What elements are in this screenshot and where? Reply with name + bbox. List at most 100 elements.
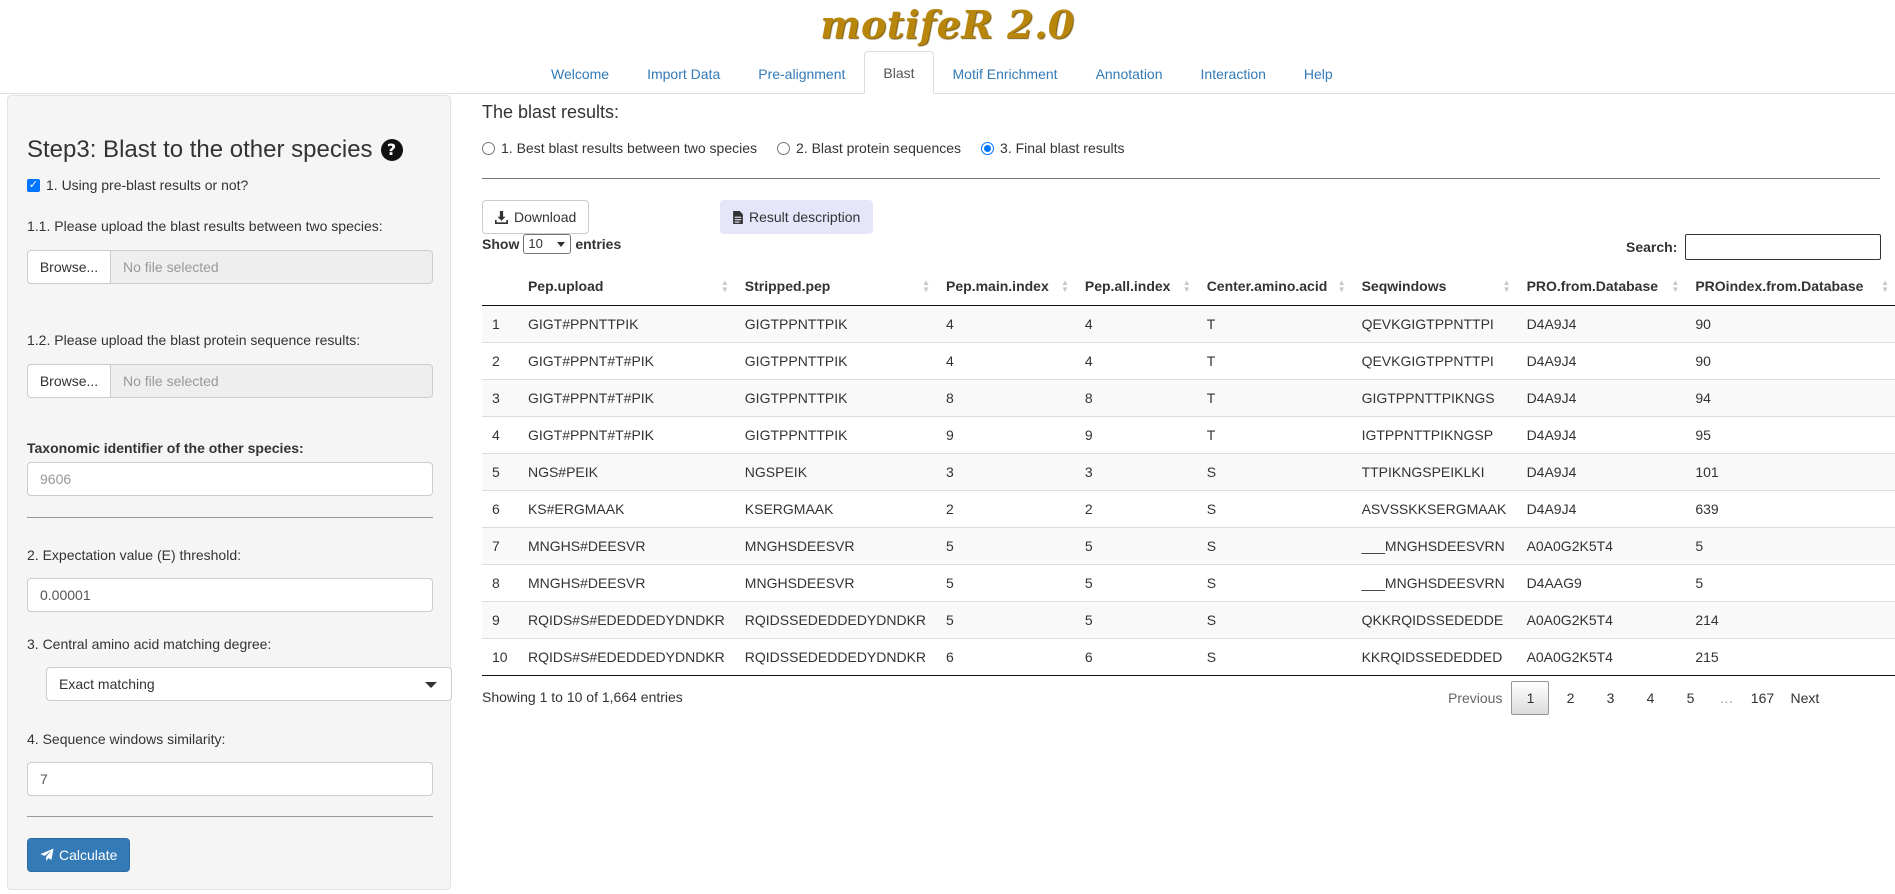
col-header-pro-from-database[interactable]: PRO.from.Database ▲ ▼ <box>1516 267 1686 306</box>
app-logo: motifeR 2.0 <box>820 2 1075 47</box>
cell-pep-upload: GIGT#PPNT#T#PIK <box>517 378 735 416</box>
tab-help[interactable]: Help <box>1285 52 1352 94</box>
seqwin-label: 4. Sequence windows similarity: <box>27 731 226 747</box>
upload1-file-input[interactable]: Browse... No file selected <box>27 250 433 284</box>
cell-center-amino-acid: S <box>1196 526 1352 564</box>
table-row[interactable]: 2 GIGT#PPNT#T#PIK GIGTPPNTTPIK 4 4 T QEVKGIGTP… <box>482 341 1895 379</box>
col-header-pep-upload[interactable]: Pep.upload ▲ ▼ <box>517 267 735 306</box>
page-length-control: Show 10 entries <box>482 234 621 254</box>
cell-pep-main-index: 4 <box>936 304 1075 342</box>
cell-proindex-from-database: 639 <box>1685 489 1895 527</box>
col-header-pep-main-index[interactable]: Pep.main.index ▲ ▼ <box>936 267 1075 306</box>
cell-pep-all-index: 5 <box>1074 526 1197 564</box>
cell-pep-main-index: 4 <box>936 341 1075 379</box>
pagination-previous[interactable]: Previous <box>1441 681 1509 715</box>
table-row[interactable]: 3 GIGT#PPNT#T#PIK GIGTPPNTTPIK 8 8 T GIGTPPNTT… <box>482 378 1895 416</box>
pagination-page[interactable]: 2 <box>1551 681 1589 715</box>
tab-welcome[interactable]: Welcome <box>532 52 628 94</box>
pagination-page[interactable]: 167 <box>1743 681 1781 715</box>
central-matching-value: Exact matching <box>59 676 155 692</box>
cell-pep-main-index: 3 <box>936 452 1075 490</box>
upload1-browse-button[interactable]: Browse... <box>27 250 111 284</box>
upload2-browse-button[interactable]: Browse... <box>27 364 111 398</box>
results-table: Pep.upload ▲ ▼ Stripped.pep ▲ ▼ Pep.main.ind… <box>482 267 1895 676</box>
table-row[interactable]: 10 RQIDS#S#EDEDDEDYDNDKR RQIDSSEDEDDEDYDND… <box>482 637 1895 676</box>
radio-best-blast-dot[interactable] <box>482 141 495 155</box>
pagination-page[interactable]: 5 <box>1671 681 1709 715</box>
radio-final-blast[interactable]: 3. Final blast results <box>981 140 1125 156</box>
cell-pep-all-index: 3 <box>1074 452 1197 490</box>
seqwin-input[interactable]: 7 <box>27 762 433 796</box>
result-description-button[interactable]: Result description <box>720 200 874 234</box>
radio-final-blast-dot[interactable] <box>981 141 995 155</box>
table-row[interactable]: 4 GIGT#PPNT#T#PIK GIGTPPNTTPIK 9 9 T IGTPPNTTP… <box>482 415 1895 453</box>
col-header-pep-all-index[interactable]: Pep.all.index ▲ ▼ <box>1074 267 1197 306</box>
caret-down-icon <box>425 682 437 688</box>
pagination-page[interactable]: 3 <box>1591 681 1629 715</box>
sort-icon: ▲ ▼ <box>1337 278 1346 294</box>
cell-proindex-from-database: 90 <box>1685 341 1895 379</box>
table-row[interactable]: 5 NGS#PEIK NGSPEIK 3 3 S TTPIKNGSPEIKLKI D4A9J4… <box>482 452 1895 490</box>
question-circle-icon[interactable]: ? <box>380 139 403 161</box>
evalue-label: 2. Expectation value (E) threshold: <box>27 547 242 563</box>
cell-stripped-pep: KSERGMAAK <box>734 489 937 527</box>
tab-motif-enrichment[interactable]: Motif Enrichment <box>934 52 1077 94</box>
table-row[interactable]: 8 MNGHS#DEESVR MNGHSDEESVR 5 5 S ___MNGHSDEESV… <box>482 563 1895 601</box>
pagination-page[interactable]: 1 <box>1511 681 1550 715</box>
search-input[interactable] <box>1685 234 1882 260</box>
radio-blast-protein[interactable]: 2. Blast protein sequences <box>777 140 961 156</box>
table-row[interactable]: 9 RQIDS#S#EDEDDEDYDNDKR RQIDSSEDEDDEDYDNDK… <box>482 600 1895 638</box>
pre-blast-checkbox-row[interactable]: ✓ 1. Using pre-blast results or not? <box>27 177 248 193</box>
main-divider <box>482 178 1880 179</box>
table-row[interactable]: 6 KS#ERGMAAK KSERGMAAK 2 2 S ASVSSKKSERGMAAK D4… <box>482 489 1895 527</box>
pre-blast-label: 1. Using pre-blast results or not? <box>46 177 249 193</box>
cell-stripped-pep: GIGTPPNTTPIK <box>734 304 937 342</box>
cell-seqwindows: ASVSSKKSERGMAAK <box>1351 489 1517 527</box>
taxid-input[interactable]: 9606 <box>27 462 433 496</box>
cell-pep-upload: NGS#PEIK <box>517 452 735 490</box>
cell-pep-all-index: 5 <box>1074 563 1197 601</box>
pre-blast-checkbox[interactable]: ✓ <box>27 178 40 192</box>
cell-rownum: 7 <box>482 526 518 564</box>
radio-blast-protein-dot[interactable] <box>777 141 791 155</box>
upload2-label: 1.2. Please upload the blast protein seq… <box>27 332 361 348</box>
col-header-proindex-from-database[interactable]: PROindex.from.Database ▲ ▼ <box>1685 267 1895 306</box>
col-header-seqwindows[interactable]: Seqwindows ▲ ▼ <box>1351 267 1517 306</box>
evalue-input[interactable]: 0.00001 <box>27 578 433 612</box>
sort-icon: ▲ ▼ <box>1060 278 1069 294</box>
central-matching-select[interactable]: Exact matching <box>46 667 452 701</box>
table-row[interactable]: 1 GIGT#PPNTTPIK GIGTPPNTTPIK 4 4 T QEVKGIGTPPN… <box>482 304 1895 342</box>
sort-icon: ▲ ▼ <box>1182 278 1191 294</box>
download-button[interactable]: Download <box>482 200 590 234</box>
cell-pro-from-database: A0A0G2K5T4 <box>1516 637 1686 676</box>
pagination-ellipsis: … <box>1719 690 1734 706</box>
pagination-page[interactable]: 4 <box>1631 681 1669 715</box>
cell-stripped-pep: MNGHSDEESVR <box>734 563 937 601</box>
result-type-radio-group: 1. Best blast results between two specie… <box>482 140 1125 156</box>
cell-seqwindows: TTPIKNGSPEIKLKI <box>1351 452 1517 490</box>
col-header-stripped-pep[interactable]: Stripped.pep ▲ ▼ <box>734 267 937 306</box>
tab-interaction[interactable]: Interaction <box>1182 52 1285 94</box>
calculate-button[interactable]: Calculate <box>27 838 131 872</box>
tab-blast[interactable]: Blast <box>864 51 934 94</box>
pagination-next[interactable]: Next <box>1783 681 1826 715</box>
cell-pep-main-index: 5 <box>936 563 1075 601</box>
table-row[interactable]: 7 MNGHS#DEESVR MNGHSDEESVR 5 5 S ___MNGHSDEESV… <box>482 526 1895 564</box>
col-header-center-amino-acid[interactable]: Center.amino.acid ▲ ▼ <box>1196 267 1352 306</box>
cell-pep-main-index: 5 <box>936 600 1075 638</box>
cell-center-amino-acid: S <box>1196 600 1352 638</box>
tab-pre-alignment[interactable]: Pre-alignment <box>739 52 864 94</box>
tab-annotation[interactable]: Annotation <box>1077 52 1182 94</box>
tab-import-data[interactable]: Import Data <box>628 52 739 94</box>
sort-icon: ▲ ▼ <box>1881 278 1889 294</box>
sort-icon: ▲ ▼ <box>1671 278 1680 294</box>
page-length-select[interactable]: 10 <box>523 234 572 254</box>
radio-best-blast[interactable]: 1. Best blast results between two specie… <box>482 140 757 156</box>
cell-pep-all-index: 8 <box>1074 378 1197 416</box>
cell-pro-from-database: D4A9J4 <box>1516 489 1686 527</box>
upload2-file-input[interactable]: Browse... No file selected <box>27 364 433 398</box>
cell-pep-main-index: 5 <box>936 526 1075 564</box>
cell-pep-main-index: 2 <box>936 489 1075 527</box>
cell-rownum: 6 <box>482 489 518 527</box>
col-header-rownum <box>482 267 518 306</box>
